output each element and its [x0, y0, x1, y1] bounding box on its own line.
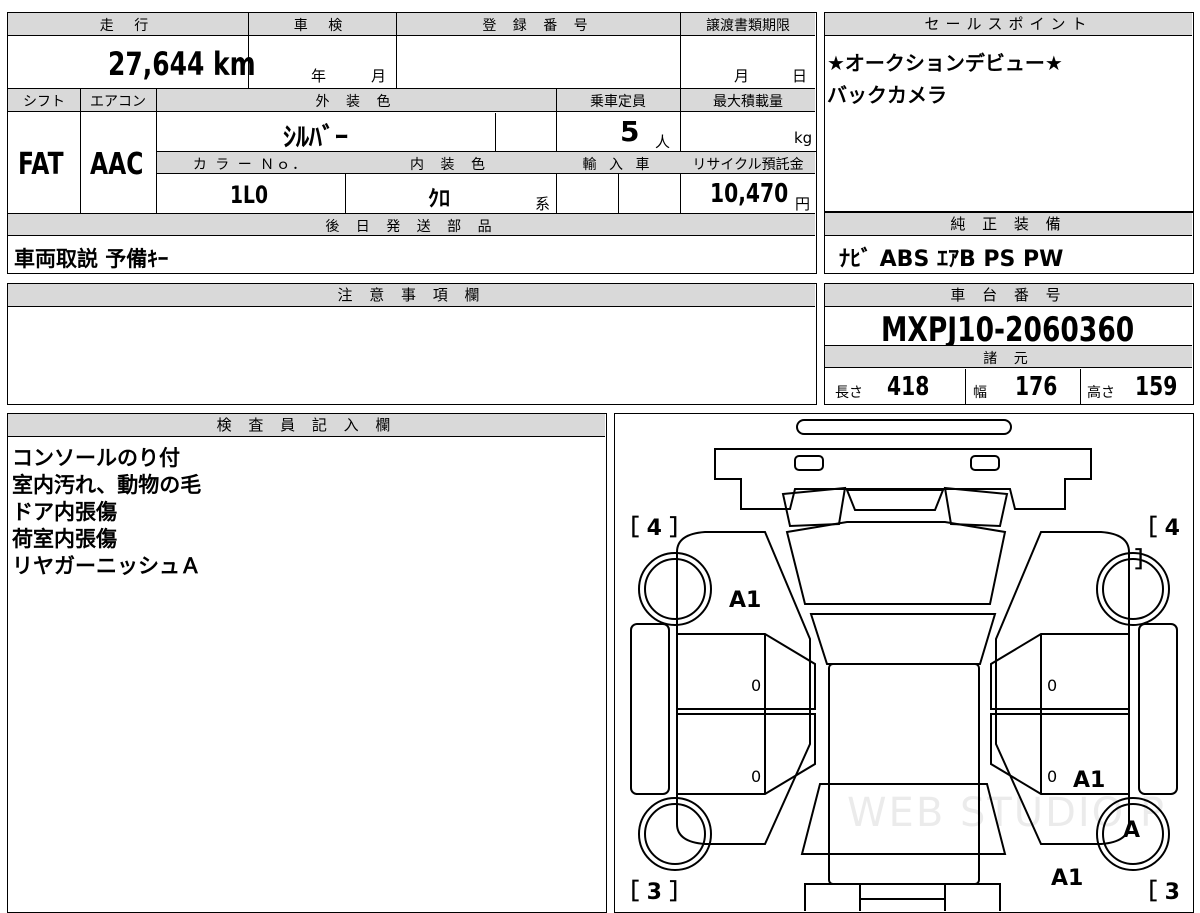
door-value-right-rear: 0 [1047, 767, 1058, 786]
width-value: 176 [1015, 372, 1058, 402]
inspection-label: 車 検 [293, 18, 351, 34]
chassis-label: 車 台 番 号 [825, 284, 1192, 307]
exterior-value: ｼﾙﾊﾞｰ [283, 123, 349, 153]
equipment-box: 純 正 装 備 ﾅﾋﾞ ABS ｴｱB PS PW [824, 212, 1194, 274]
inspection-month: 月 [371, 67, 387, 85]
sales-points-label: セールスポイント [825, 13, 1192, 36]
registration-label: 登 録 番 号 [482, 18, 594, 34]
capacity-label: 乗車定員 [590, 94, 646, 110]
interior-label: 内 装 色 [410, 157, 491, 173]
sales-point-line: ★オークションデビュー★ [827, 51, 1063, 75]
transfer-month: 月 [734, 67, 750, 85]
damage-mark-a1: A1 [729, 588, 762, 613]
door-value-right-front: 0 [1047, 676, 1058, 695]
interior-suffix: 系 [535, 195, 551, 213]
later-parts-label: 後 日 発 送 部 品 [325, 219, 498, 235]
mileage-label: 走 行 [99, 18, 157, 34]
transfer-label: 譲渡書類期限 [706, 18, 790, 34]
exterior-label: 外 装 色 [315, 94, 397, 110]
door-value-left-front: 0 [751, 676, 762, 695]
aircon-label: エアコン [90, 94, 146, 110]
inspector-line: 室内汚れ、動物の毛 [12, 473, 202, 497]
door-value-left-rear: 0 [751, 767, 762, 786]
tire-grade-front-left: ［ 4 ］ [617, 516, 692, 541]
tire-grade-rear-right: ［ 3 ］ [1135, 880, 1180, 905]
capacity-value: 5 [620, 115, 640, 148]
notes-box: 注 意 事 項 欄 [7, 283, 817, 405]
maxload-label: 最大積載量 [713, 94, 783, 110]
height-value: 159 [1135, 372, 1178, 402]
import-label: 輸 入 車 [582, 157, 654, 173]
chassis-box: 車 台 番 号 MXPJ10-2060360 諸 元 長さ 418 幅 176 … [824, 283, 1194, 405]
colorno-value: 1L0 [230, 181, 268, 209]
later-parts-value: 車両取説 予備ｷｰ [14, 247, 169, 271]
recycle-label: リサイクル預託金 [692, 157, 804, 173]
tire-grade-rear-left: ［ 3 ］ [617, 880, 692, 905]
tire-grade-front-right: ［ 4 ］ [1135, 516, 1180, 573]
width-label: 幅 [973, 385, 987, 401]
equipment-value: ﾅﾋﾞ ABS ｴｱB PS PW [839, 247, 1064, 272]
inspector-line: 荷室内張傷 [12, 527, 117, 551]
inspector-line: コンソールのり付 [12, 446, 180, 470]
sales-point-line: バックカメラ [827, 83, 947, 107]
mileage-value: 27,644 km [108, 45, 256, 83]
transfer-day: 日 [792, 67, 808, 85]
equipment-label: 純 正 装 備 [825, 213, 1192, 236]
damage-diagram-box: ［ 4 ］ ［ 4 ］ ［ 3 ］ ［ 3 ］ A1 A1 A1 A 0 0 0… [614, 413, 1194, 913]
height-label: 高さ [1087, 385, 1115, 401]
colorno-label: カ ラ ー Ｎｏ． [192, 157, 309, 173]
interior-value: ｸﾛ [428, 187, 451, 212]
inspector-box: 検 査 員 記 入 欄 コンソールのり付 室内汚れ、動物の毛 ドア内張傷 荷室内… [7, 413, 607, 913]
sales-points-box: セールスポイント ★オークションデビュー★ バックカメラ [824, 12, 1194, 212]
car-body-diagram [630, 419, 1178, 911]
shift-label: シフト [23, 94, 65, 110]
chassis-value: MXPJ10-2060360 [881, 310, 1135, 350]
watermark: WEB STUDIO P [847, 790, 1166, 836]
length-value: 418 [887, 372, 930, 402]
vehicle-info-table: 走 行 車 検 登 録 番 号 譲渡書類期限 27,644 km 年 月 月 日… [7, 12, 817, 274]
capacity-unit: 人 [655, 133, 671, 151]
inspection-year: 年 [311, 67, 327, 85]
inspector-line: リヤガーニッシュＡ [12, 554, 201, 578]
maxload-unit: kg [794, 129, 813, 147]
dimensions-label: 諸 元 [983, 351, 1034, 367]
notes-label: 注 意 事 項 欄 [8, 284, 815, 307]
inspector-line: ドア内張傷 [12, 500, 117, 524]
recycle-unit: 円 [795, 195, 811, 213]
damage-mark-a1: A1 [1051, 866, 1084, 891]
shift-value: FAT [18, 147, 64, 182]
length-label: 長さ [835, 385, 863, 401]
inspector-label: 検 査 員 記 入 欄 [8, 414, 605, 437]
aircon-value: AAC [90, 147, 144, 182]
